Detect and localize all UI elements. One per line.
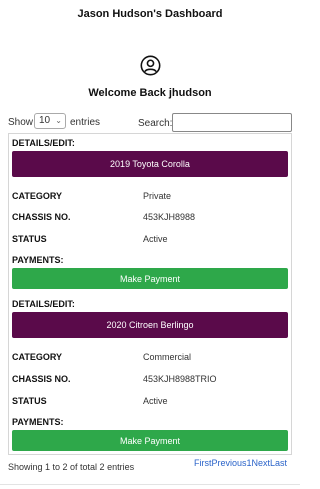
table-info: Showing 1 to 2 of total 2 entries <box>8 462 135 472</box>
pager-first[interactable]: First <box>194 458 212 468</box>
vehicle-button[interactable]: 2020 Citroen Berlingo <box>12 312 288 338</box>
table-controls: Show 10 ⌄ entries Search: <box>8 113 292 133</box>
payments-label: PAYMENTS: <box>12 255 64 265</box>
vehicle-button[interactable]: 2019 Toyota Corolla <box>12 151 288 177</box>
make-payment-button[interactable]: Make Payment <box>12 430 288 451</box>
category-value: Commercial <box>143 352 192 362</box>
chassis-value: 453KJH8988 <box>143 212 196 222</box>
footer-divider <box>0 484 300 485</box>
payments-label: PAYMENTS: <box>12 417 64 427</box>
category-value: Private <box>143 191 172 201</box>
pagination: FirstPrevious1NextLast <box>194 458 287 468</box>
pager-last[interactable]: Last <box>270 458 287 468</box>
page-title: Jason Hudson's Dashboard <box>77 8 223 20</box>
make-payment-button[interactable]: Make Payment <box>12 268 288 289</box>
page-size-select[interactable]: 10 ⌄ <box>34 113 66 129</box>
details-edit-label: DETAILS/EDIT: <box>12 138 75 148</box>
status-label: STATUS <box>12 396 47 406</box>
status-label: STATUS <box>12 234 47 244</box>
chassis-value: 453KJH8988TRIO <box>143 374 217 384</box>
entries-label: entries <box>70 117 101 128</box>
details-edit-label: DETAILS/EDIT: <box>12 299 75 309</box>
show-label: Show <box>8 117 34 128</box>
chassis-label: CHASSIS NO. <box>12 212 71 222</box>
status-value: Active <box>143 234 168 244</box>
page-size-value: 10 <box>39 115 51 126</box>
search-input[interactable] <box>172 113 292 132</box>
chassis-label: CHASSIS NO. <box>12 374 71 384</box>
search-label: Search: <box>138 118 173 129</box>
pager-next[interactable]: Next <box>252 458 271 468</box>
user-circle-icon <box>140 55 161 76</box>
records-table <box>8 133 292 455</box>
pager-previous[interactable]: Previous <box>212 458 247 468</box>
category-label: CATEGORY <box>12 352 63 362</box>
status-value: Active <box>143 396 168 406</box>
chevron-down-icon: ⌄ <box>55 116 62 125</box>
welcome-message: Welcome Back jhudson <box>88 87 212 99</box>
category-label: CATEGORY <box>12 191 63 201</box>
